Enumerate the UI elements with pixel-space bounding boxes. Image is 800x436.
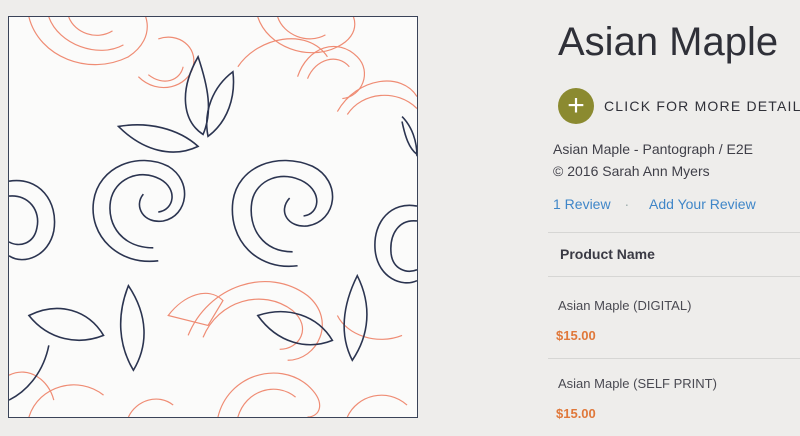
divider	[548, 276, 800, 277]
review-links: 1 Review · Add Your Review	[553, 196, 756, 212]
light-motifs	[9, 17, 417, 417]
product-copyright: © 2016 Sarah Ann Myers	[553, 163, 710, 179]
separator-dot: ·	[624, 196, 630, 212]
product-option-price: $15.00	[556, 328, 596, 343]
pantograph-pattern	[9, 17, 417, 417]
plus-icon[interactable]: +	[558, 88, 594, 124]
more-details-label[interactable]: CLICK FOR MORE DETAILS	[604, 98, 800, 114]
more-details-link[interactable]: + CLICK FOR MORE DETAILS	[558, 88, 800, 124]
product-option-name: Asian Maple (SELF PRINT)	[558, 376, 717, 391]
product-meta: Asian Maple - Pantograph / E2E © 2016 Sa…	[553, 138, 753, 182]
pattern-preview-image[interactable]	[8, 16, 418, 418]
review-count-link[interactable]: 1 Review	[553, 196, 611, 212]
product-option-price: $15.00	[556, 406, 596, 421]
divider	[548, 358, 800, 359]
product-option-name: Asian Maple (DIGITAL)	[558, 298, 692, 313]
divider	[548, 232, 800, 233]
product-title: Asian Maple	[558, 20, 779, 64]
dark-motifs	[9, 54, 417, 401]
add-review-link[interactable]: Add Your Review	[649, 196, 756, 212]
column-header-product-name: Product Name	[560, 246, 655, 262]
product-subtitle: Asian Maple - Pantograph / E2E	[553, 141, 754, 157]
